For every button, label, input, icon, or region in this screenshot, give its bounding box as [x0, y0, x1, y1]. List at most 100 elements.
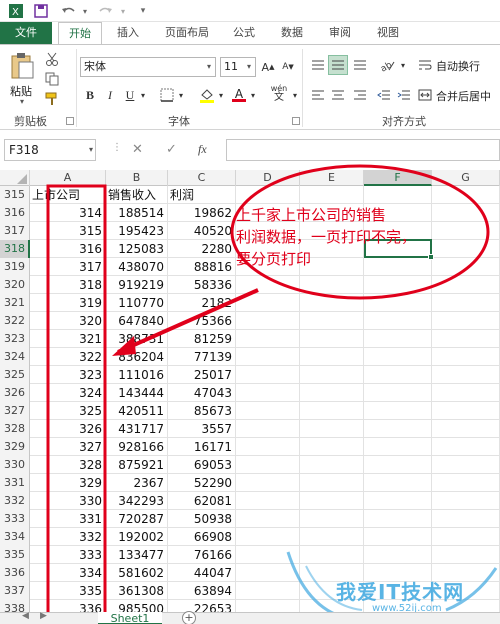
cell-a[interactable]: 332 [30, 528, 106, 546]
cell-a[interactable]: 316 [30, 240, 106, 258]
cell-a[interactable]: 331 [30, 510, 106, 528]
row-header[interactable]: 328 [0, 420, 30, 438]
column-header-c[interactable]: C [168, 170, 236, 186]
underline-button[interactable]: U [122, 85, 138, 105]
align-top-icon[interactable] [308, 55, 328, 75]
tab-data[interactable]: 数据 [272, 22, 312, 44]
cell-b[interactable]: 2367 [106, 474, 168, 492]
borders-dropdown-icon[interactable]: ▾ [176, 85, 186, 105]
cell-c[interactable]: 76166 [168, 546, 236, 564]
cell-f[interactable] [364, 384, 432, 402]
formula-input[interactable] [226, 139, 500, 161]
cell-e[interactable] [300, 528, 364, 546]
cell-c[interactable]: 77139 [168, 348, 236, 366]
cell-a[interactable]: 317 [30, 258, 106, 276]
cell-e[interactable] [300, 564, 364, 582]
cell-g[interactable] [432, 330, 500, 348]
align-bottom-icon[interactable] [350, 55, 370, 75]
cell-a[interactable]: 322 [30, 348, 106, 366]
cell-a[interactable]: 324 [30, 384, 106, 402]
cell-b[interactable]: 420511 [106, 402, 168, 420]
cell-a[interactable]: 320 [30, 312, 106, 330]
cell-c[interactable]: 63894 [168, 582, 236, 600]
cell-g[interactable] [432, 546, 500, 564]
cell-b[interactable]: 125083 [106, 240, 168, 258]
format-painter-icon[interactable] [44, 91, 60, 107]
row-header[interactable]: 334 [0, 528, 30, 546]
cell-c[interactable]: 52290 [168, 474, 236, 492]
row-header[interactable]: 325 [0, 366, 30, 384]
tab-home[interactable]: 开始 [58, 22, 102, 45]
cell-g[interactable] [432, 312, 500, 330]
cell-b[interactable]: 195423 [106, 222, 168, 240]
copy-icon[interactable] [44, 71, 60, 87]
cell-f[interactable] [364, 510, 432, 528]
cell-c[interactable]: 85673 [168, 402, 236, 420]
cell-a[interactable]: 330 [30, 492, 106, 510]
tab-page-layout[interactable]: 页面布局 [156, 22, 218, 44]
cell-a[interactable]: 333 [30, 546, 106, 564]
cell-a[interactable]: 325 [30, 402, 106, 420]
cell-a[interactable]: 328 [30, 456, 106, 474]
cell-b[interactable]: 438070 [106, 258, 168, 276]
insert-function-icon[interactable]: fx [198, 142, 207, 157]
row-header[interactable]: 324 [0, 348, 30, 366]
cell-c[interactable]: 50938 [168, 510, 236, 528]
italic-button[interactable]: I [102, 85, 118, 105]
cell-f[interactable] [364, 474, 432, 492]
cell-b[interactable]: 192002 [106, 528, 168, 546]
row-header[interactable]: 337 [0, 582, 30, 600]
cell-c[interactable]: 3557 [168, 420, 236, 438]
font-name-select[interactable]: 宋体 ▾ [80, 57, 216, 77]
cell-b[interactable]: 110770 [106, 294, 168, 312]
add-sheet-icon[interactable]: + [182, 611, 196, 624]
column-header-d[interactable]: D [236, 170, 300, 186]
cell-a[interactable]: 335 [30, 582, 106, 600]
orientation-icon[interactable]: ab [376, 55, 398, 75]
cell-g[interactable] [432, 492, 500, 510]
cell-b[interactable]: 388731 [106, 330, 168, 348]
cell-b[interactable]: 143444 [106, 384, 168, 402]
cell-g[interactable] [432, 276, 500, 294]
merge-center-label[interactable]: 合并后居中 [436, 88, 491, 104]
save-icon[interactable] [32, 3, 50, 19]
cell-g[interactable] [432, 186, 500, 204]
cell-a[interactable]: 315 [30, 222, 106, 240]
decrease-font-icon[interactable]: A ▼ [280, 57, 296, 77]
cell-g[interactable] [432, 420, 500, 438]
cell-e[interactable] [300, 600, 364, 612]
cell-d[interactable] [236, 456, 300, 474]
column-header-e[interactable]: E [300, 170, 364, 186]
font-dialog-launcher-icon[interactable] [292, 117, 300, 125]
redo-icon[interactable] [96, 3, 116, 19]
row-header[interactable]: 327 [0, 402, 30, 420]
cell-g[interactable] [432, 438, 500, 456]
cell-f[interactable] [364, 312, 432, 330]
cell-b[interactable]: 836204 [106, 348, 168, 366]
cell-g[interactable] [432, 600, 500, 612]
cell-b[interactable]: 133477 [106, 546, 168, 564]
cell-g[interactable] [432, 258, 500, 276]
cell-c[interactable]: 62081 [168, 492, 236, 510]
cell-f[interactable] [364, 276, 432, 294]
cell-f[interactable] [364, 366, 432, 384]
row-header[interactable]: 320 [0, 276, 30, 294]
cell-e[interactable] [300, 294, 364, 312]
cell-b[interactable]: 188514 [106, 204, 168, 222]
cell-g[interactable] [432, 474, 500, 492]
cell-d[interactable] [236, 294, 300, 312]
increase-font-icon[interactable]: A ▲ [260, 57, 276, 77]
cell-d[interactable] [236, 600, 300, 612]
cell-f[interactable] [364, 492, 432, 510]
cell-c[interactable]: 25017 [168, 366, 236, 384]
merge-center-icon[interactable] [416, 85, 434, 105]
fill-color-icon[interactable] [198, 85, 216, 105]
cell-b[interactable]: 581602 [106, 564, 168, 582]
cell-b[interactable]: 985500 [106, 600, 168, 612]
row-header[interactable]: 321 [0, 294, 30, 312]
cell-d[interactable] [236, 420, 300, 438]
column-header-f[interactable]: F [364, 170, 432, 186]
paste-icon[interactable] [8, 51, 36, 81]
row-header[interactable]: 335 [0, 546, 30, 564]
cell-a[interactable]: 323 [30, 366, 106, 384]
